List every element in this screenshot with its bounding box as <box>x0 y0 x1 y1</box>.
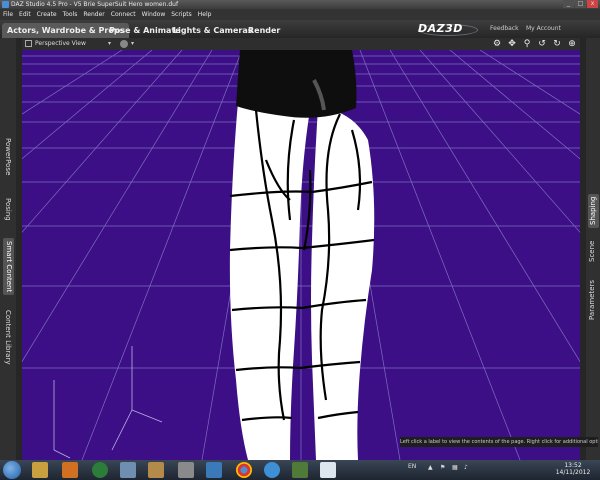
menu-file[interactable]: File <box>3 9 13 20</box>
window-title: DAZ Studio 4.5 Pro - V5 Brie SuperSuit H… <box>11 1 179 8</box>
my-account-link[interactable]: My Account <box>526 25 561 33</box>
tab-parameters[interactable]: Parameters <box>588 280 597 320</box>
media-player-icon[interactable] <box>62 462 78 478</box>
menu-create[interactable]: Create <box>37 9 57 20</box>
notepad-icon[interactable] <box>320 462 336 478</box>
title-bar: DAZ Studio 4.5 Pro - V5 Brie SuperSuit H… <box>0 0 600 9</box>
close-button[interactable]: x <box>587 0 598 8</box>
clock-time: 13:52 <box>564 462 582 469</box>
tab-content-library[interactable]: Content Library <box>3 310 12 365</box>
daz3d-logo: DAZ3D <box>418 22 478 36</box>
tab-render[interactable]: Render <box>243 23 285 38</box>
feedback-link[interactable]: Feedback <box>490 25 519 33</box>
orbit-icon[interactable]: ↺ <box>537 39 547 49</box>
viewport-toolbar: Perspective View ▾ ▾ ⚙ ✥ ⚲ ↺ ↻ ⊕ <box>22 38 580 50</box>
chrome-icon[interactable] <box>236 462 252 478</box>
tray-flag-icon[interactable]: ⚑ <box>440 464 447 471</box>
camera-icon[interactable]: ⚙ <box>492 39 502 49</box>
menu-tools[interactable]: Tools <box>63 9 78 20</box>
status-tooltip: Left click a label to view the contents … <box>400 437 598 447</box>
tab-smart-content[interactable]: Smart Content <box>3 238 14 296</box>
menu-scripts[interactable]: Scripts <box>171 9 192 20</box>
pan-icon[interactable]: ✥ <box>507 39 517 49</box>
daz-app-icon <box>2 1 9 8</box>
tray-chevron-icon[interactable]: ▲ <box>428 464 435 471</box>
menu-render[interactable]: Render <box>83 9 104 20</box>
model-supersuit-top <box>236 50 357 118</box>
rotate-icon[interactable]: ↻ <box>552 39 562 49</box>
control-panel-icon[interactable] <box>120 462 136 478</box>
tab-posing[interactable]: Posing <box>3 198 12 221</box>
camera-chevron-down-icon[interactable]: ▾ <box>108 38 111 50</box>
windows-taskbar <box>0 460 600 480</box>
clock-date: 14/11/2012 <box>555 469 591 476</box>
language-indicator[interactable]: EN <box>408 463 416 470</box>
maximize-button[interactable]: □ <box>575 0 586 8</box>
media-center-icon[interactable] <box>92 462 108 478</box>
menu-bar: File Edit Create Tools Render Connect Wi… <box>0 9 600 20</box>
tab-scene[interactable]: Scene <box>588 241 597 262</box>
explorer-icon[interactable] <box>32 462 48 478</box>
scene-canvas <box>22 50 580 460</box>
window-controls: _ □ x <box>563 0 598 9</box>
draw-style-chevron-down-icon[interactable]: ▾ <box>131 38 134 50</box>
tab-powerpose[interactable]: PowerPose <box>3 138 12 175</box>
viewport-menu-icon[interactable] <box>25 40 32 47</box>
3d-viewport[interactable] <box>22 50 580 460</box>
tray-volume-icon[interactable]: ♪ <box>464 464 471 471</box>
draw-style-icon[interactable] <box>120 40 128 48</box>
minimize-button[interactable]: _ <box>563 0 574 8</box>
game-icon[interactable] <box>292 462 308 478</box>
bryce-icon[interactable] <box>206 462 222 478</box>
menu-window[interactable]: Window <box>142 9 166 20</box>
camera-select[interactable]: Perspective View <box>35 38 86 50</box>
menu-help[interactable]: Help <box>198 9 212 20</box>
zoom-icon[interactable]: ⚲ <box>522 39 532 49</box>
menu-edit[interactable]: Edit <box>19 9 31 20</box>
tab-shaping[interactable]: Shaping <box>588 193 599 228</box>
system-clock[interactable]: 13:52 14/11/2012 <box>550 462 596 476</box>
start-button[interactable] <box>3 461 21 479</box>
menu-connect[interactable]: Connect <box>111 9 136 20</box>
internet-explorer-icon[interactable] <box>264 462 280 478</box>
hexagon-icon[interactable] <box>178 462 194 478</box>
frame-icon[interactable]: ⊕ <box>567 39 577 49</box>
tray-network-icon[interactable]: ▦ <box>452 464 459 471</box>
daz-studio-icon[interactable] <box>148 462 164 478</box>
